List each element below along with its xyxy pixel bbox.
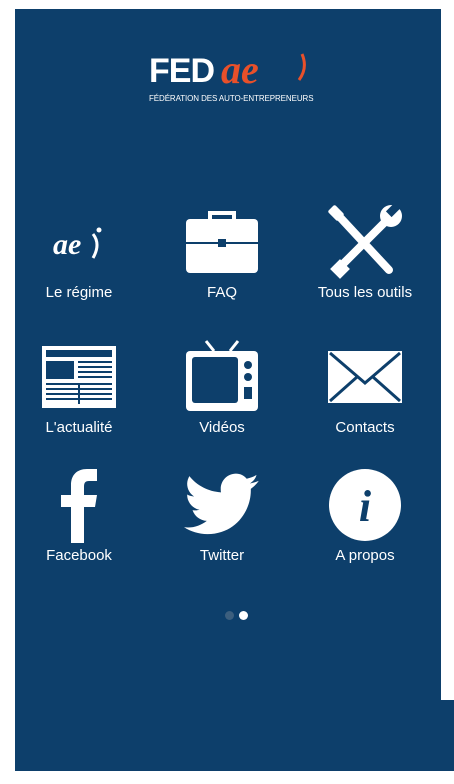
svg-text:i: i (359, 482, 372, 531)
tv-icon (184, 339, 260, 415)
newspaper-icon (41, 339, 117, 415)
briefcase-icon (184, 204, 260, 280)
logo-brand-main: FED (149, 52, 215, 90)
menu-item-tous-les-outils[interactable]: Tous les outils (305, 204, 425, 314)
menu-item-label: Facebook (46, 547, 112, 564)
ae-logo-icon: ae (41, 204, 117, 280)
twitter-icon (184, 467, 260, 543)
page-dot-1[interactable] (225, 611, 234, 620)
logo-brand-accent: ae (221, 47, 259, 92)
menu-item-label: Le régime (45, 284, 113, 301)
menu-item-le-regime[interactable]: ae Le régime (19, 204, 139, 314)
menu-item-videos[interactable]: Vidéos (162, 339, 282, 449)
tools-icon (327, 204, 403, 280)
svg-text:ae: ae (53, 228, 81, 261)
menu-item-label: FAQ (206, 284, 237, 301)
facebook-icon (41, 467, 117, 543)
logo-tagline: FÉDÉRATION DES AUTO-ENTREPRENEURS (149, 94, 314, 103)
menu-item-label: A propos (335, 547, 395, 564)
menu-item-label: Vidéos (199, 419, 245, 436)
menu-item-a-propos[interactable]: i A propos (305, 467, 425, 577)
menu-item-twitter[interactable]: Twitter (162, 467, 282, 577)
menu-item-faq[interactable]: FAQ (162, 204, 282, 314)
screen-edge (441, 700, 454, 771)
menu-item-label: L'actualité (45, 419, 113, 436)
logo-swoosh-icon (297, 53, 306, 81)
menu-item-label: Tous les outils (317, 284, 413, 301)
menu-item-label: Twitter (199, 547, 245, 564)
page-indicator[interactable] (225, 611, 255, 621)
page-dot-2-active[interactable] (239, 611, 248, 620)
menu-item-actualite[interactable]: L'actualité (19, 339, 139, 449)
info-icon: i (327, 467, 403, 543)
menu-item-label: Contacts (335, 419, 395, 436)
menu-item-facebook[interactable]: Facebook (19, 467, 139, 577)
menu-item-contacts[interactable]: Contacts (305, 339, 425, 449)
fedae-logo: FED ae FÉDÉRATION DES AUTO-ENTREPRENEURS (149, 47, 314, 114)
envelope-icon (327, 339, 403, 415)
app-screen: FED ae FÉDÉRATION DES AUTO-ENTREPRENEURS… (15, 9, 441, 771)
